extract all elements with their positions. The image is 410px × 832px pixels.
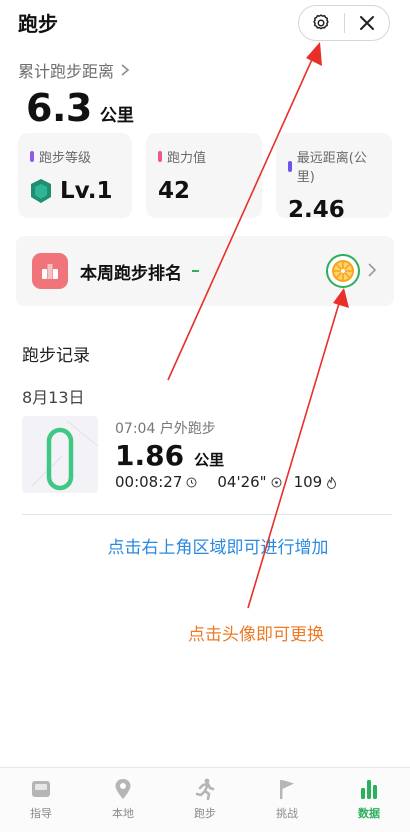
tab-challenge-label: 挑战	[276, 807, 298, 820]
bottom-tab-bar: 指导 本地 跑步 挑战 数据	[0, 767, 410, 832]
ranking-bars-icon	[42, 264, 58, 279]
tab-local[interactable]: 本地	[82, 768, 164, 832]
record-pace: 04'26"	[217, 473, 282, 491]
pace-icon	[271, 477, 282, 487]
tab-guide-label: 指导	[30, 807, 52, 820]
flame-icon	[327, 476, 337, 489]
record-stats: 00:08:27 04'26" 109	[115, 473, 337, 491]
level-value-row: Lv.1	[30, 178, 120, 204]
record-steps-value: 109	[293, 473, 323, 491]
header: 跑步	[0, 0, 410, 48]
total-distance-value: 6.3	[26, 86, 92, 130]
level-badge-icon	[31, 179, 51, 203]
running-power-card[interactable]: 跑力值 42	[146, 133, 262, 218]
longest-distance-label: 最远距离(公里)	[296, 151, 367, 185]
level-dot	[30, 151, 34, 162]
annotation-top-right: 点击右上角区域即可进行增加	[107, 538, 329, 558]
longest-distance-dot	[288, 160, 292, 172]
record-duration-value: 00:08:27	[115, 473, 183, 491]
avatar[interactable]	[326, 254, 360, 288]
flag-icon	[280, 780, 294, 799]
running-power-value: 42	[158, 178, 191, 204]
tab-data-label: 数据	[358, 807, 380, 820]
record-duration: 00:08:27	[115, 473, 197, 491]
tab-local-label: 本地	[112, 807, 134, 820]
ranking-icon	[32, 253, 68, 289]
total-distance-unit: 公里	[99, 106, 134, 126]
level-value: Lv.1	[60, 178, 113, 204]
record-distance-unit: 公里	[194, 451, 225, 469]
tab-guide[interactable]: 指导	[0, 768, 82, 832]
total-distance: 6.3 公里	[26, 86, 134, 130]
record-time: 07:04	[115, 421, 156, 437]
level-label-row: 跑步等级	[30, 147, 120, 166]
clock-icon	[186, 477, 197, 487]
level-card[interactable]: 跑步等级 Lv.1	[18, 133, 132, 218]
total-distance-link[interactable]: 累计跑步距离	[18, 58, 130, 82]
close-button[interactable]	[344, 5, 389, 41]
record-meta: 07:04 户外跑步	[115, 418, 216, 438]
longest-distance-label-row: 最远距离(公里)	[288, 147, 380, 185]
bar-chart-icon	[361, 780, 377, 799]
runner-icon	[195, 778, 215, 800]
record-separator	[22, 514, 392, 515]
level-label: 跑步等级	[39, 151, 92, 166]
close-icon	[359, 16, 374, 30]
tab-challenge[interactable]: 挑战	[246, 768, 328, 832]
settings-button[interactable]	[299, 5, 344, 41]
orange-avatar-icon	[332, 260, 354, 282]
running-power-label: 跑力值	[167, 151, 207, 166]
tab-run[interactable]: 跑步	[164, 768, 246, 832]
route-thumbnail	[22, 416, 99, 493]
chevron-right-icon	[121, 64, 130, 76]
gear-icon	[313, 14, 329, 30]
longest-distance-card[interactable]: 最远距离(公里) 2.46	[276, 133, 392, 223]
menu-capsule	[298, 5, 390, 41]
record-steps: 109	[294, 473, 338, 491]
record-type: 户外跑步	[159, 421, 216, 437]
ranking-empty-dash	[192, 270, 199, 272]
total-distance-label: 累计跑步距离	[18, 62, 115, 81]
record-distance-value: 1.86	[115, 439, 185, 472]
weekly-ranking-card[interactable]: 本周跑步排名	[16, 236, 394, 306]
route-map-icon	[31, 420, 99, 491]
running-power-label-row: 跑力值	[158, 147, 250, 166]
record-pace-value: 04'26"	[217, 473, 267, 491]
record-distance: 1.86 公里	[115, 439, 224, 472]
page-title: 跑步	[18, 12, 58, 36]
record-item[interactable]: 07:04 户外跑步 1.86 公里 00:08:27 04'26" 109	[22, 413, 390, 493]
tab-run-label: 跑步	[194, 807, 216, 820]
location-pin-icon	[115, 779, 131, 799]
tab-data[interactable]: 数据	[328, 768, 410, 832]
records-section-title: 跑步记录	[22, 346, 90, 366]
running-power-dot	[158, 151, 162, 162]
longest-distance-value: 2.46	[288, 197, 345, 223]
annotation-avatar: 点击头像即可更换	[188, 625, 324, 645]
record-date: 8月13日	[22, 388, 85, 407]
chevron-right-icon	[368, 263, 377, 277]
weekly-ranking-title: 本周跑步排名	[80, 264, 182, 284]
guide-icon	[32, 781, 50, 797]
